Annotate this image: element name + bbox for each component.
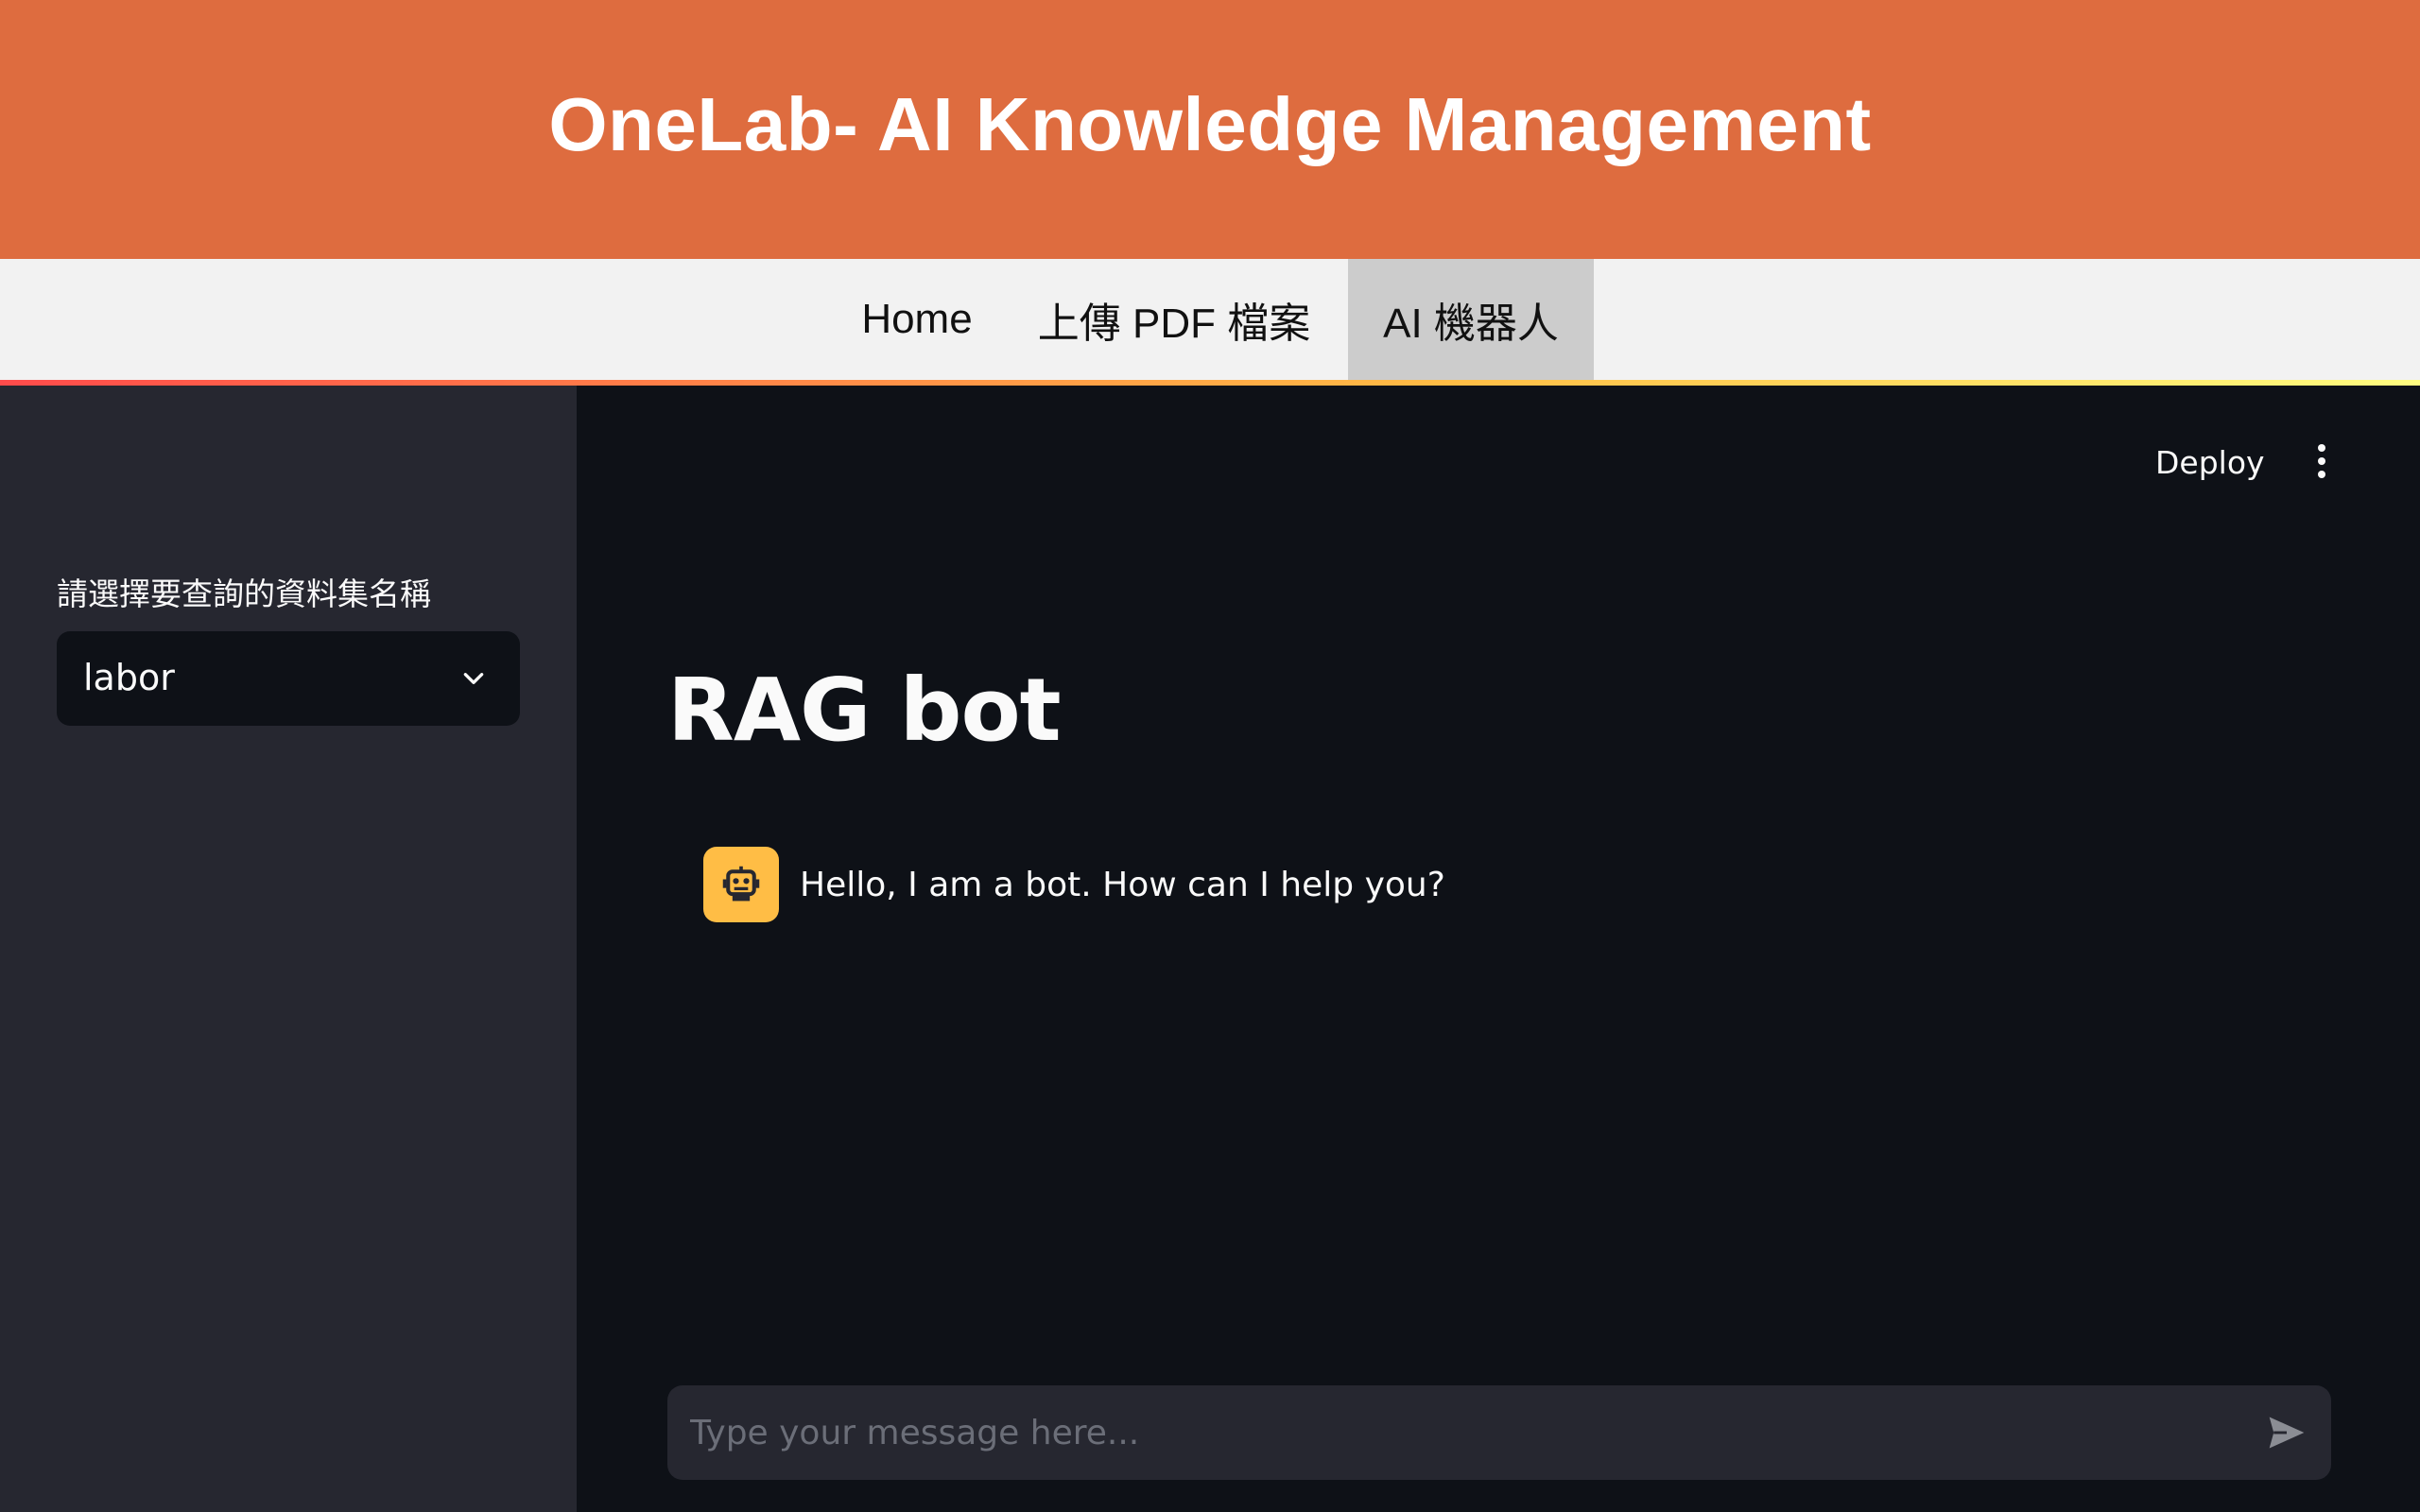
chat-message-text: Hello, I am a bot. How can I help you? (800, 865, 1445, 904)
app-title: OneLab- AI Knowledge Management (548, 82, 1872, 166)
chat-input-container (667, 1385, 2331, 1480)
top-navigation: Home 上傳 PDF 檔案 AI 機器人 (0, 259, 2420, 380)
vertical-dots-icon[interactable] (2314, 442, 2329, 480)
dataset-select-label: 請選擇要查詢的資料集名稱 (57, 576, 431, 612)
robot-icon (722, 866, 760, 902)
main-content: Deploy RAG bot Hello, I am a bot. How ca… (577, 386, 2420, 1512)
chat-input[interactable] (667, 1385, 2199, 1480)
send-icon[interactable] (2265, 1412, 2308, 1453)
chevron-down-icon (463, 673, 484, 684)
app-header: OneLab- AI Knowledge Management (0, 0, 2420, 259)
chat-message: Hello, I am a bot. How can I help you? (703, 847, 1445, 922)
deploy-button[interactable]: Deploy (2155, 444, 2265, 481)
sidebar: 請選擇要查詢的資料集名稱 labor (0, 386, 577, 1512)
nav-item-ai-bot[interactable]: AI 機器人 (1348, 259, 1594, 380)
bot-avatar (703, 847, 779, 922)
nav-item-home[interactable]: Home (834, 259, 1000, 380)
nav-item-upload-pdf[interactable]: 上傳 PDF 檔案 (1000, 259, 1348, 380)
page-title: RAG bot (667, 660, 1062, 761)
dataset-select[interactable]: labor (57, 631, 520, 726)
dataset-select-value: labor (83, 657, 175, 698)
